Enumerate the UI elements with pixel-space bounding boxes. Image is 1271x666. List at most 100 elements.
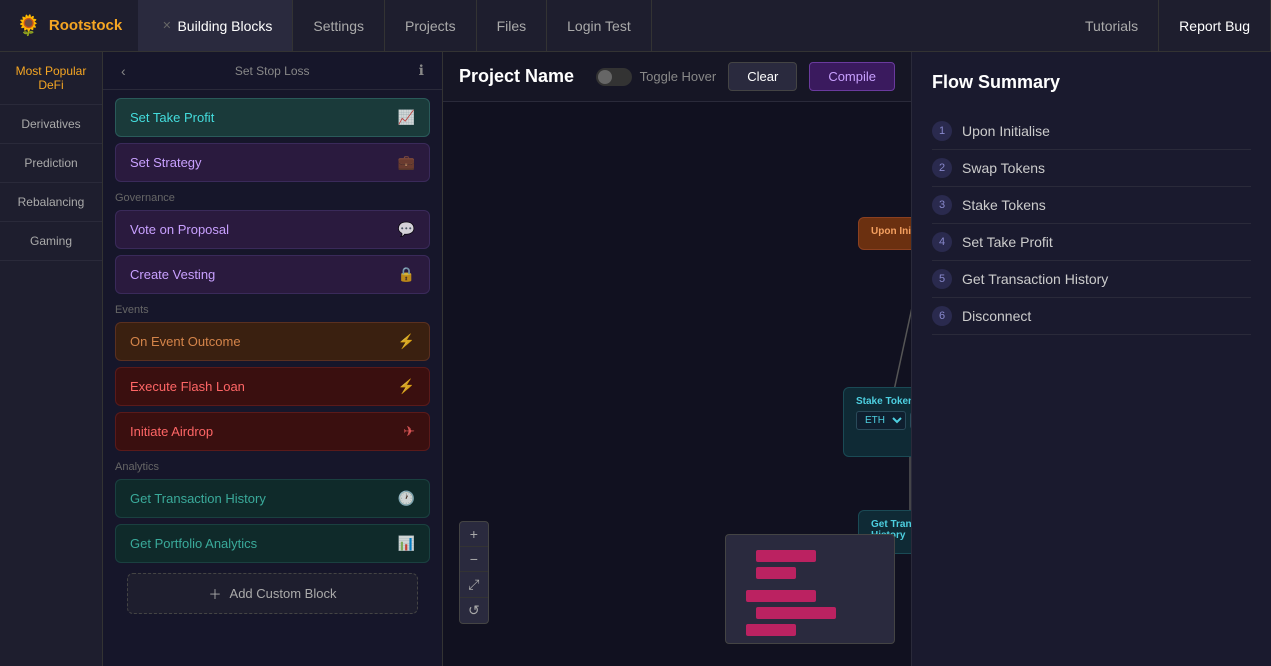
tab-tutorials[interactable]: Tutorials <box>1065 0 1159 51</box>
panel-title: Set Stop Loss <box>235 64 310 78</box>
plus-icon: ＋ <box>209 584 222 603</box>
block-get-portfolio-analytics[interactable]: Get Portfolio Analytics 📊 <box>115 524 430 563</box>
block-vote-on-proposal[interactable]: Vote on Proposal 💬 <box>115 210 430 249</box>
chart-icon: 📊 <box>398 535 415 552</box>
summary-item-2: 2 Swap Tokens <box>932 150 1251 187</box>
stake-add-button[interactable]: + <box>856 432 911 448</box>
summary-title: Flow Summary <box>932 72 1251 93</box>
section-governance: Governance <box>115 192 430 204</box>
blocks-scroll: Set Take Profit 📈 Set Strategy 💼 Governa… <box>103 90 442 666</box>
zoom-in-button[interactable]: + <box>460 522 488 547</box>
sidebar-label: Rebalancing <box>18 195 85 209</box>
lightning-icon: ⚡ <box>398 333 415 350</box>
block-label: Create Vesting <box>130 267 215 282</box>
close-icon[interactable]: ✕ <box>162 19 171 32</box>
section-analytics: Analytics <box>115 461 430 473</box>
sidebar-label: Derivatives <box>21 117 80 131</box>
zoom-out-button[interactable]: − <box>460 547 488 572</box>
sidebar-item-rebalancing[interactable]: Rebalancing <box>0 183 102 222</box>
plane-icon: ✈ <box>403 423 415 440</box>
left-sidebar: Most Popular DeFi Derivatives Prediction… <box>0 52 103 666</box>
sidebar-item-defi[interactable]: Most Popular DeFi <box>0 52 102 105</box>
compile-button[interactable]: Compile <box>809 62 895 91</box>
toggle-label: Toggle Hover <box>640 69 717 84</box>
node-stake-tokens[interactable]: 🗑 Stake Tokens ETH + <box>843 387 911 457</box>
flash-icon: ⚡ <box>398 378 415 395</box>
top-nav: 🌻 Rootstock ✕ Building Blocks Settings P… <box>0 0 1271 52</box>
block-initiate-airdrop[interactable]: Initiate Airdrop ✈ <box>115 412 430 451</box>
block-get-transaction-history[interactable]: Get Transaction History 🕐 <box>115 479 430 518</box>
tab-building-blocks[interactable]: ✕ Building Blocks <box>138 0 293 51</box>
summary-num: 3 <box>932 195 952 215</box>
tab-files[interactable]: Files <box>477 0 548 51</box>
panel-info-button[interactable]: ℹ <box>413 60 430 81</box>
zoom-controls: + − ⤢ ↺ <box>459 521 489 624</box>
summary-label: Get Transaction History <box>962 271 1108 287</box>
block-label: Set Take Profit <box>130 110 214 125</box>
block-label: Initiate Airdrop <box>130 424 213 439</box>
block-label: Set Strategy <box>130 155 202 170</box>
node-field: ETH <box>856 411 911 430</box>
summary-label: Swap Tokens <box>962 160 1045 176</box>
tab-settings[interactable]: Settings <box>293 0 385 51</box>
tab-report-bug[interactable]: Report Bug <box>1159 0 1271 51</box>
block-label: Vote on Proposal <box>130 222 229 237</box>
toggle-knob <box>598 70 612 84</box>
summary-label: Stake Tokens <box>962 197 1046 213</box>
tab-projects[interactable]: Projects <box>385 0 477 51</box>
block-set-take-profit[interactable]: Set Take Profit 📈 <box>115 98 430 137</box>
toggle-hover-wrap: Toggle Hover <box>596 68 717 86</box>
add-custom-block-button[interactable]: ＋ Add Custom Block <box>127 573 418 614</box>
sidebar-item-derivatives[interactable]: Derivatives <box>0 105 102 144</box>
zoom-fit-button[interactable]: ⤢ <box>460 572 488 598</box>
stake-amount-input[interactable] <box>910 412 911 429</box>
clear-button[interactable]: Clear <box>728 62 797 91</box>
block-on-event-outcome[interactable]: On Event Outcome ⚡ <box>115 322 430 361</box>
tab-label: Files <box>497 18 527 34</box>
sidebar-label: Most Popular DeFi <box>16 64 87 92</box>
tab-login-test[interactable]: Login Test <box>547 0 652 51</box>
sidebar-item-prediction[interactable]: Prediction <box>0 144 102 183</box>
summary-item-3: 3 Stake Tokens <box>932 187 1251 224</box>
toggle-hover-switch[interactable] <box>596 68 632 86</box>
sidebar-label: Prediction <box>24 156 77 170</box>
summary-num: 5 <box>932 269 952 289</box>
node-upon-initialise[interactable]: ▸ Upon Initialise <box>858 217 911 250</box>
summary-label: Upon Initialise <box>962 123 1050 139</box>
logo-icon: 🌻 <box>16 13 41 38</box>
panel-back-button[interactable]: ‹ <box>115 61 132 81</box>
summary-item-6: 6 Disconnect <box>932 298 1251 335</box>
summary-label: Set Take Profit <box>962 234 1053 250</box>
summary-num: 6 <box>932 306 952 326</box>
zoom-reset-button[interactable]: ↺ <box>460 598 488 623</box>
tab-label: Login Test <box>567 18 631 34</box>
block-panel: ‹ Set Stop Loss ℹ Set Take Profit 📈 Set … <box>103 52 443 666</box>
main-layout: Most Popular DeFi Derivatives Prediction… <box>0 52 1271 666</box>
node-title: Upon Initialise <box>871 226 911 237</box>
block-set-strategy[interactable]: Set Strategy 💼 <box>115 143 430 182</box>
logo[interactable]: 🌻 Rootstock <box>0 13 138 38</box>
logo-text: Rootstock <box>49 17 122 34</box>
node-title: Stake Tokens <box>856 396 911 407</box>
flow-canvas[interactable]: ▸ Upon Initialise 📈 Set Take Profit 🗑 St… <box>443 102 911 664</box>
project-name[interactable]: Project Name <box>459 66 574 87</box>
tab-label: Report Bug <box>1179 18 1250 34</box>
block-create-vesting[interactable]: Create Vesting 🔒 <box>115 255 430 294</box>
summary-num: 1 <box>932 121 952 141</box>
summary-label: Disconnect <box>962 308 1031 324</box>
canvas-header: Project Name Toggle Hover Clear Compile <box>443 52 911 102</box>
tab-label: Projects <box>405 18 456 34</box>
tab-label: Tutorials <box>1085 18 1138 34</box>
chat-icon: 💬 <box>398 221 415 238</box>
tab-label: Settings <box>313 18 364 34</box>
summary-item-1: 1 Upon Initialise <box>932 113 1251 150</box>
minimap-svg <box>726 535 895 644</box>
summary-item-4: 4 Set Take Profit <box>932 224 1251 261</box>
block-execute-flash-loan[interactable]: Execute Flash Loan ⚡ <box>115 367 430 406</box>
sidebar-item-gaming[interactable]: Gaming <box>0 222 102 261</box>
section-events: Events <box>115 304 430 316</box>
stake-token-select[interactable]: ETH <box>856 411 906 430</box>
panel-header: ‹ Set Stop Loss ℹ <box>103 52 442 90</box>
summary-item-5: 5 Get Transaction History <box>932 261 1251 298</box>
briefcase-icon: 💼 <box>398 154 415 171</box>
